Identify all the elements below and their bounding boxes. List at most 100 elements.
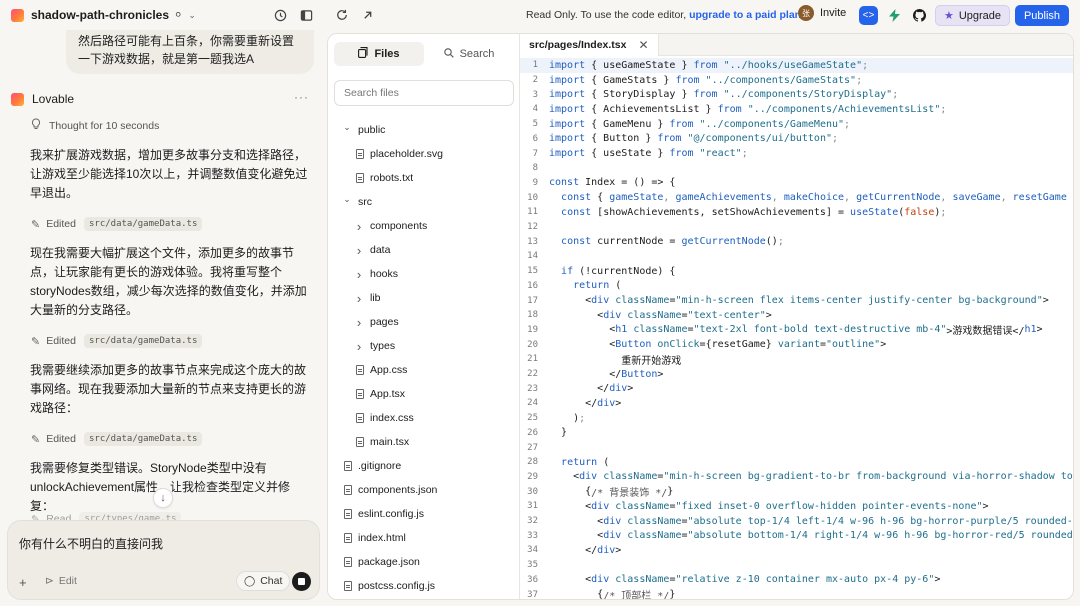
refresh-icon[interactable] (334, 7, 350, 23)
chat-mode-label: Chat (260, 575, 283, 587)
upgrade-button[interactable]: ★ Upgrade (935, 5, 1010, 26)
search-icon (443, 47, 454, 61)
code-token: (!currentNode) { (573, 265, 676, 277)
chevron-down-icon[interactable]: ⌄ (188, 10, 196, 21)
tree-file[interactable]: components.json (344, 478, 437, 502)
code-line: 29 < div className = "min-h-screen bg-gradi… (520, 470, 1073, 485)
stop-button[interactable] (292, 572, 311, 591)
code-token: > (1036, 324, 1043, 336)
code-line: 14 (520, 249, 1073, 264)
code-token: from (693, 89, 718, 101)
project-name[interactable]: shadow-path-chronicles (31, 8, 169, 22)
code-token: { GameMenu } (585, 118, 670, 130)
line-number: 35 (527, 560, 538, 571)
tab-files[interactable]: Files (334, 42, 424, 66)
tree-folder[interactable]: ⌄ src (342, 190, 372, 214)
open-external-icon[interactable] (359, 7, 375, 23)
line-number: 9 (532, 177, 538, 188)
tree-item-label: placeholder.svg (370, 148, 443, 160)
tree-folder[interactable]: › pages (354, 310, 399, 334)
tree-item-label: src (358, 196, 372, 208)
code-token: const (549, 177, 580, 189)
tree-item-label: package.json (358, 556, 420, 568)
code-line: 2 import { GameStats } from "../component… (520, 73, 1073, 88)
tree-folder[interactable]: › hooks (354, 262, 398, 286)
code-token: > (934, 574, 941, 586)
tree-item-label: lib (370, 292, 381, 304)
file-chip[interactable]: src/data/gameData.ts (84, 334, 203, 348)
chat-mode-button[interactable]: ◯ Chat (236, 571, 291, 591)
tree-file[interactable]: package.json (344, 550, 420, 574)
code-token: "absolute bottom-1/4 right-1/4 w-96 h-96… (687, 530, 1074, 542)
edit-mode-button[interactable]: ⊳ Edit (45, 575, 77, 587)
code-line: 28 return ( (520, 455, 1073, 470)
edit-action-label: Edited (46, 218, 76, 230)
code-view-button[interactable]: <> (859, 6, 878, 25)
supabase-button[interactable] (885, 6, 904, 25)
tree-file[interactable]: main.tsx (356, 430, 409, 454)
thought-indicator[interactable]: Thought for 10 seconds (31, 118, 159, 133)
line-number: 26 (527, 427, 538, 438)
tree-file[interactable]: index.css (356, 406, 414, 430)
editor-tab-label: src/pages/Index.tsx (529, 39, 627, 51)
editor-tab[interactable]: src/pages/Index.tsx ✕ (520, 34, 659, 56)
more-icon[interactable]: ··· (294, 90, 309, 104)
code-icon: <> (862, 10, 875, 21)
tree-folder[interactable]: › components (354, 214, 427, 238)
code-token: import (549, 148, 586, 160)
tree-file[interactable]: robots.txt (356, 166, 413, 190)
code-token: "../components/GameMenu" (693, 118, 845, 130)
code-token: ; (856, 74, 863, 86)
edit-icon: ⊳ (45, 575, 54, 587)
search-files-input[interactable]: Search files (334, 80, 514, 106)
files-icon (358, 47, 369, 61)
code-token: "fixed inset-0 overflow-hidden pointer-e… (675, 500, 983, 512)
edit-action[interactable]: ✎ Edited src/data/gameData.ts (31, 334, 203, 348)
file-chip[interactable]: src/data/gameData.ts (84, 432, 203, 446)
explorer-tabs: Files Search (334, 42, 514, 66)
tree-file[interactable]: eslint.config.js (344, 502, 424, 526)
code-line: 24 </div > (520, 396, 1073, 411)
tree-folder[interactable]: ⌄ public (342, 118, 385, 142)
tab-search[interactable]: Search (424, 42, 514, 66)
code-line: 26 } (520, 426, 1073, 441)
publish-button[interactable]: Publish (1015, 5, 1069, 26)
sidebar-toggle-icon[interactable] (298, 7, 314, 23)
code-token: variant (777, 339, 820, 351)
tree-file[interactable]: placeholder.svg (356, 142, 443, 166)
tree-folder[interactable]: › types (354, 334, 395, 358)
code-token: > (765, 309, 772, 321)
chevron-right-icon: › (356, 266, 362, 282)
upgrade-link[interactable]: upgrade to a paid plan. (689, 9, 804, 21)
file-chip[interactable]: src/data/gameData.ts (84, 217, 203, 231)
github-button[interactable] (910, 6, 929, 25)
history-icon[interactable] (272, 7, 288, 23)
code-token: gameAchievements (675, 192, 772, 204)
tree-item-label: main.tsx (370, 436, 410, 448)
chevron-down-icon: ⌄ (343, 121, 351, 132)
code-line: 30 {/* 背景装饰 */} (520, 484, 1073, 499)
code-editor[interactable]: src/pages/Index.tsx ✕ 1 import { useGameS… (520, 34, 1074, 599)
code-token: > (615, 397, 622, 409)
tree-folder[interactable]: › lib (354, 286, 381, 310)
edit-action[interactable]: ✎ Edited src/data/gameData.ts (31, 217, 203, 231)
edit-action[interactable]: ✎ Edited src/data/gameData.ts (31, 432, 203, 446)
code-area[interactable]: 1 import { useGameState } from "../hooks/… (520, 56, 1074, 599)
app-toolbar: Read Only. To use the code editor, upgra… (326, 0, 1080, 30)
chat-input[interactable]: 你有什么不明白的直接问我 (19, 535, 163, 552)
tree-file[interactable]: App.css (356, 358, 407, 382)
code-line: 17 < div className = "min-h-screen flex ite… (520, 293, 1073, 308)
plus-icon[interactable]: + (19, 575, 27, 590)
tree-file[interactable]: .gitignore (344, 454, 401, 478)
close-icon[interactable]: ✕ (638, 38, 648, 52)
code-token: { Button } (585, 133, 658, 145)
chat-composer[interactable]: 你有什么不明白的直接问我 + ⊳ Edit ◯ Chat (7, 520, 320, 600)
invite-button[interactable]: 张 Invite (798, 5, 846, 21)
scroll-down-button[interactable]: ↓ (153, 488, 173, 508)
line-number: 8 (532, 163, 538, 174)
tree-file[interactable]: postcss.config.js (344, 574, 435, 598)
tree-folder[interactable]: › data (354, 238, 391, 262)
tree-file[interactable]: index.html (344, 526, 406, 550)
tree-file[interactable]: App.tsx (356, 382, 405, 406)
